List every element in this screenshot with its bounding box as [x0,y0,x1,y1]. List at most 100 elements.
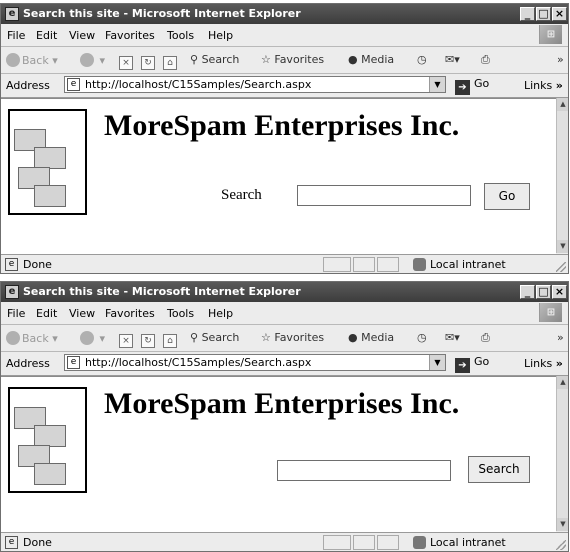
search-toolbar-button[interactable]: ⚲ Search [190,331,239,344]
forward-button[interactable]: ▾ [80,331,105,345]
status-panel [377,257,399,272]
print-button[interactable]: ⎙ [481,53,490,67]
media-button[interactable]: ● Media [348,331,394,344]
address-go-label: Go [474,77,490,90]
windows-logo-icon: ⊞ [539,303,562,322]
star-icon: ☆ [261,331,271,344]
envelope-icon [34,185,66,207]
home-button[interactable]: ⌂ [163,331,177,348]
logo-envelopes [8,109,87,215]
menu-edit[interactable]: Edit [36,29,57,42]
menu-help[interactable]: Help [208,307,233,320]
close-button[interactable]: × [552,285,567,299]
status-panel [377,535,399,550]
back-arrow-icon [6,331,20,345]
envelope-icon [34,463,66,485]
menu-favorites[interactable]: Favorites [105,307,155,320]
page-icon: e [5,258,18,271]
stop-button[interactable]: × [119,331,133,348]
print-icon: ⎙ [481,53,490,66]
forward-arrow-icon [80,331,94,345]
menu-file[interactable]: File [7,307,25,320]
refresh-button[interactable]: ↻ [141,331,155,348]
page-icon: e [5,536,18,549]
status-text: Done [23,258,52,271]
search-toolbar-button[interactable]: ⚲ Search [190,53,239,66]
windows-logo-icon: ⊞ [539,25,562,44]
status-panel [323,535,351,550]
toolbar-overflow[interactable]: » [557,53,564,66]
back-button[interactable]: Back ▾ [6,53,58,67]
search-input[interactable] [277,460,451,481]
close-button[interactable]: × [552,7,567,21]
back-label: Back [22,54,49,67]
history-button[interactable]: ◷ [417,53,427,66]
home-button[interactable]: ⌂ [163,53,177,70]
back-button[interactable]: Back ▾ [6,331,58,345]
search-button[interactable]: Search [468,456,530,483]
address-dropdown[interactable]: ▼ [429,77,445,92]
scroll-up-icon[interactable]: ▲ [557,376,568,389]
links-button[interactable]: Links » [524,79,563,92]
status-panel [353,257,375,272]
minimize-button[interactable]: _ [520,285,535,299]
page-icon: e [67,78,80,91]
vertical-scrollbar[interactable]: ▲ ▼ [556,376,568,531]
history-button[interactable]: ◷ [417,331,427,344]
address-go-button[interactable]: ➔ Go [455,77,489,95]
menu-view[interactable]: View [69,29,95,42]
intranet-icon [413,536,426,549]
stop-icon: × [119,56,133,70]
go-button[interactable]: Go [484,183,530,210]
address-dropdown[interactable]: ▼ [429,355,445,370]
maximize-button[interactable]: □ [536,285,551,299]
search-label: Search [221,187,262,203]
address-url: http://localhost/C15Samples/Search.aspx [85,78,312,91]
title-bar[interactable]: e Search this site - Microsoft Internet … [1,4,568,24]
magnifier-icon: ⚲ [190,53,199,66]
status-bar: e Done Local intranet [1,254,568,273]
toolbar-overflow[interactable]: » [557,331,564,344]
title-bar[interactable]: e Search this site - Microsoft Internet … [1,282,568,302]
menu-tools[interactable]: Tools [167,29,194,42]
links-button[interactable]: Links » [524,357,563,370]
scroll-down-icon[interactable]: ▼ [557,240,568,253]
media-icon: ● [348,331,358,344]
stop-button[interactable]: × [119,53,133,70]
print-button[interactable]: ⎙ [481,331,490,345]
media-button[interactable]: ● Media [348,53,394,66]
menu-edit[interactable]: Edit [36,307,57,320]
print-icon: ⎙ [481,331,490,344]
forward-button[interactable]: ▾ [80,53,105,67]
logo-envelopes [8,387,87,493]
resize-grip[interactable] [556,262,566,272]
menu-view[interactable]: View [69,307,95,320]
scroll-down-icon[interactable]: ▼ [557,518,568,531]
favorites-button[interactable]: ☆ Favorites [261,53,324,66]
address-bar: Address e http://localhost/C15Samples/Se… [1,352,568,376]
address-input[interactable]: e http://localhost/C15Samples/Search.asp… [64,76,446,93]
menu-file[interactable]: File [7,29,25,42]
zone-text: Local intranet [430,258,506,271]
maximize-button[interactable]: □ [536,7,551,21]
address-go-button[interactable]: ➔ Go [455,355,489,373]
resize-grip[interactable] [556,540,566,550]
mail-button[interactable]: ✉▾ [445,331,460,344]
vertical-scrollbar[interactable]: ▲ ▼ [556,98,568,253]
mail-button[interactable]: ✉▾ [445,53,460,66]
menu-tools[interactable]: Tools [167,307,194,320]
search-input[interactable] [297,185,471,206]
home-icon: ⌂ [163,56,177,70]
status-panel [323,257,351,272]
window-title: Search this site - Microsoft Internet Ex… [23,7,301,20]
menu-help[interactable]: Help [208,29,233,42]
minimize-button[interactable]: _ [520,7,535,21]
favorites-button[interactable]: ☆ Favorites [261,331,324,344]
search-toolbar-label: Search [201,53,240,66]
stop-icon: × [119,334,133,348]
links-overflow: » [555,79,563,92]
menu-favorites[interactable]: Favorites [105,29,155,42]
scroll-up-icon[interactable]: ▲ [557,98,568,111]
refresh-button[interactable]: ↻ [141,53,155,70]
address-input[interactable]: e http://localhost/C15Samples/Search.asp… [64,354,446,371]
